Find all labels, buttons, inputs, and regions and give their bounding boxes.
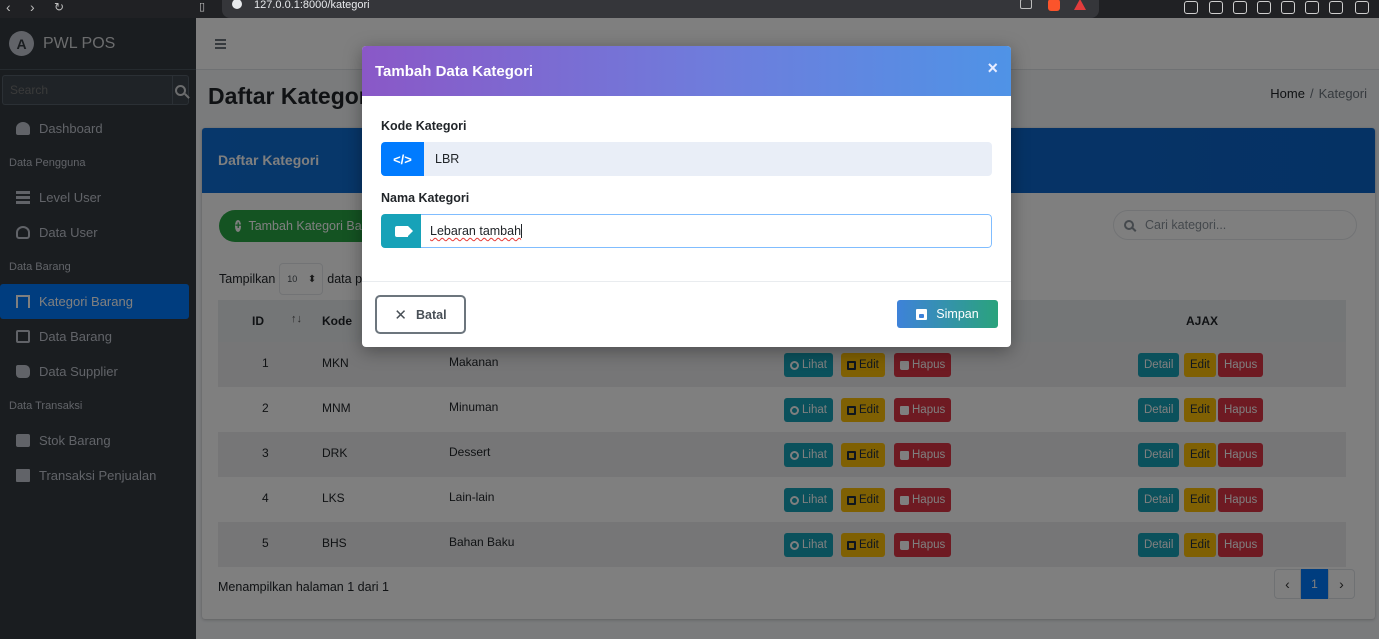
leo-ai-icon[interactable]: [1281, 1, 1295, 14]
brave-rewards-icon[interactable]: [1074, 0, 1086, 10]
vpn-icon[interactable]: [1305, 1, 1319, 14]
wallet-icon[interactable]: [1257, 1, 1271, 14]
nama-kategori-label: Nama Kategori: [381, 191, 470, 205]
save-button[interactable]: Simpan: [897, 300, 998, 328]
nama-kategori-group: Lebaran tambah: [381, 214, 992, 248]
tambah-kategori-modal: Tambah Data Kategori × Kode Kategori </>…: [362, 46, 1011, 347]
sidebar-toggle-icon[interactable]: [1233, 1, 1247, 14]
nama-kategori-input[interactable]: Lebaran tambah: [421, 214, 992, 248]
save-icon: [916, 308, 928, 320]
kode-kategori-group: </> LBR: [381, 142, 992, 176]
save-label: Simpan: [936, 307, 979, 321]
cancel-button[interactable]: ✕ Batal: [375, 295, 466, 334]
text-caret: [521, 224, 523, 238]
share-icon[interactable]: [1020, 0, 1032, 9]
media-icon[interactable]: [1209, 1, 1223, 14]
menu-icon[interactable]: [1355, 1, 1369, 14]
back-icon[interactable]: ‹: [6, 0, 11, 14]
nama-kategori-value: Lebaran tambah: [430, 224, 522, 238]
kode-kategori-label: Kode Kategori: [381, 119, 467, 133]
tag-icon: [394, 225, 413, 237]
close-icon[interactable]: ×: [987, 59, 998, 77]
modal-title: Tambah Data Kategori: [375, 63, 534, 80]
kode-kategori-input[interactable]: LBR: [424, 142, 992, 176]
modal-footer-divider: [362, 281, 1011, 282]
profile-icon[interactable]: [1329, 1, 1343, 14]
extensions-icon[interactable]: [1184, 1, 1198, 14]
address-bar[interactable]: 127.0.0.1:8000/kategori: [222, 0, 1099, 18]
reload-icon[interactable]: ↻: [54, 0, 64, 14]
cancel-label: Batal: [416, 307, 447, 322]
tag-icon-addon: [381, 214, 421, 248]
forward-icon[interactable]: ›: [30, 0, 35, 14]
bookmark-page-icon[interactable]: ▯: [199, 0, 205, 14]
brave-shields-icon[interactable]: [1048, 0, 1060, 11]
site-info-icon[interactable]: [232, 0, 242, 9]
close-icon: ✕: [394, 306, 407, 324]
browser-toolbar: ‹ › ↻ ▯ 127.0.0.1:8000/kategori: [0, 0, 1379, 18]
code-icon: </>: [381, 142, 424, 176]
modal-header: Tambah Data Kategori ×: [362, 46, 1011, 96]
address-text: 127.0.0.1:8000/kategori: [254, 0, 370, 11]
